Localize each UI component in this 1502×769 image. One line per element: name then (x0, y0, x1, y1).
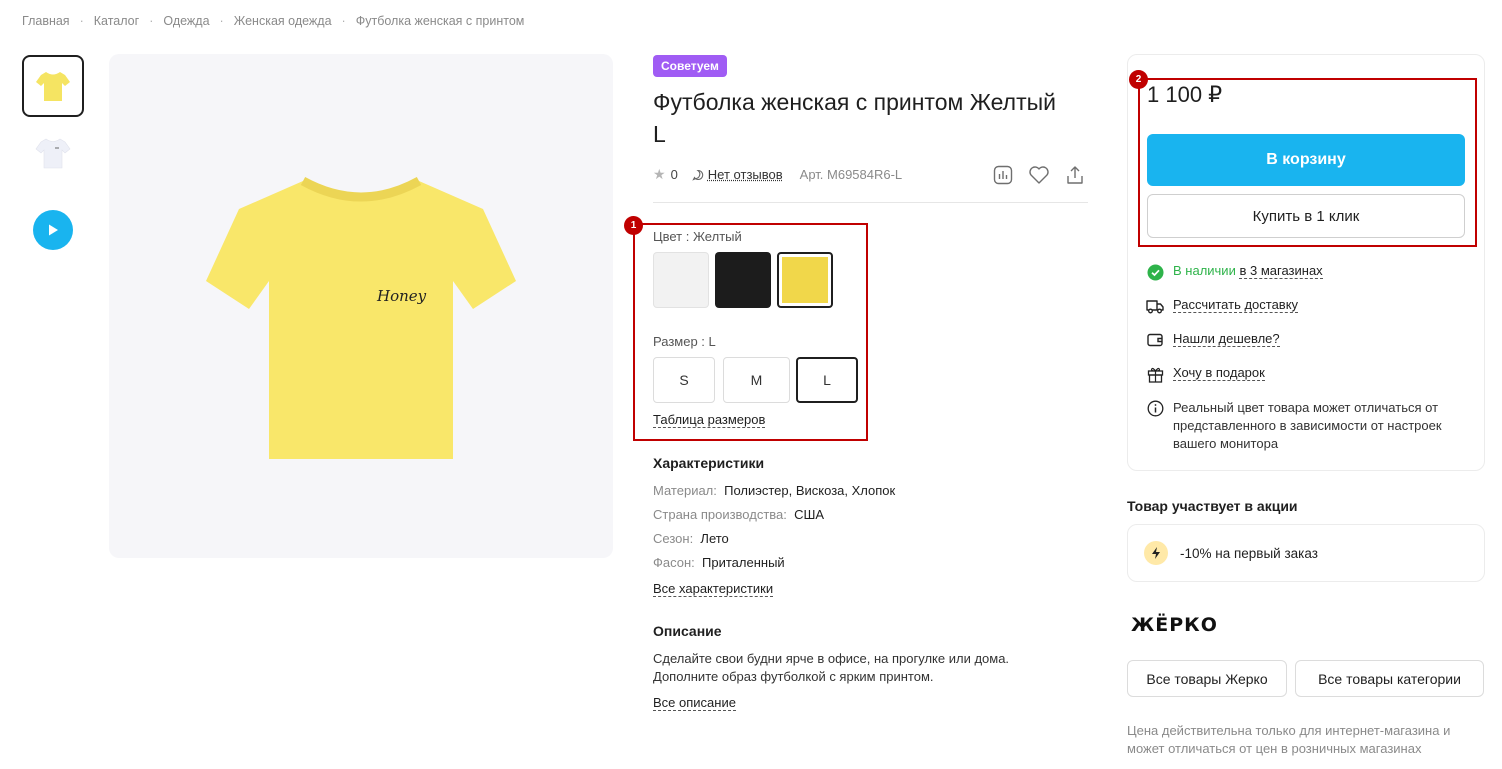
play-video-button[interactable] (33, 210, 73, 250)
char-key: Фасон (653, 555, 692, 570)
char-value: Полиэстер, Вискоза, Хлопок (724, 483, 896, 498)
divider (653, 202, 1088, 203)
info-icon (1146, 399, 1164, 417)
found-cheaper-link[interactable]: Нашли дешевле? (1173, 331, 1280, 347)
comment-icon (692, 169, 704, 181)
color-swatch-yellow[interactable] (777, 252, 833, 308)
highlight-number-1: 1 (624, 216, 643, 235)
breadcrumb-separator: · (341, 14, 346, 28)
lightning-icon (1144, 541, 1168, 565)
recommended-badge: Советуем (653, 55, 727, 77)
char-row-material: Материал: Полиэстер, Вискоза, Хлопок (653, 483, 896, 498)
breadcrumb-separator: · (219, 14, 224, 28)
gift-icon (1146, 365, 1164, 383)
all-characteristics-link[interactable]: Все характеристики (653, 581, 774, 597)
tshirt-thumbnail-image (35, 138, 71, 169)
star-icon: ★ (653, 166, 666, 182)
char-row-cut: Фасон: Приталенный (653, 555, 785, 570)
color-note-row: Реальный цвет товара может отличаться от… (1146, 399, 1466, 453)
size-button-m[interactable]: M (723, 357, 790, 403)
rating-value: 0 (670, 167, 678, 182)
truck-icon (1146, 297, 1164, 315)
delivery-row: Рассчитать доставку (1146, 297, 1299, 315)
description-title: Описание (653, 623, 722, 639)
add-to-cart-button[interactable]: В корзину (1147, 134, 1465, 186)
stock-row: В наличии в 3 магазинах (1146, 263, 1323, 281)
want-as-gift-link[interactable]: Хочу в подарок (1173, 365, 1265, 381)
size-button-l[interactable]: L (796, 357, 858, 403)
play-icon (49, 224, 58, 236)
stock-location-link[interactable]: в 3 магазинах (1239, 263, 1323, 279)
product-actions (992, 164, 1086, 186)
thumb-white-tshirt[interactable] (22, 122, 84, 184)
breadcrumb-home[interactable]: Главная (22, 14, 70, 28)
swatch-fill (782, 257, 828, 303)
breadcrumb-womens-clothing[interactable]: Женская одежда (234, 14, 332, 28)
wallet-icon (1146, 331, 1164, 349)
promo-offer: -10% на первый заказ (1180, 545, 1318, 561)
sku: Арт. M69584R6-L (799, 167, 903, 182)
color-swatch-black[interactable] (715, 252, 771, 308)
cheaper-row: Нашли дешевле? (1146, 331, 1280, 349)
breadcrumb-clothing[interactable]: Одежда (163, 14, 209, 28)
calculate-delivery-link[interactable]: Рассчитать доставку (1173, 297, 1299, 313)
tshirt-thumbnail-image (36, 72, 70, 101)
favorite-icon[interactable] (1028, 164, 1050, 186)
char-row-season: Сезон: Лето (653, 531, 729, 546)
char-key: Страна производства (653, 507, 784, 522)
main-product-image[interactable]: Honey (109, 54, 613, 558)
color-disclaimer: Реальный цвет товара может отличаться от… (1173, 400, 1442, 451)
product-title: Футболка женская с принтом Желтый L (653, 89, 1057, 147)
char-row-country: Страна производства: США (653, 507, 825, 522)
all-description-link[interactable]: Все описание (653, 695, 736, 711)
all-brand-products-button[interactable]: Все товары Жерко (1127, 660, 1287, 697)
breadcrumb-catalog[interactable]: Каталог (94, 14, 139, 28)
char-value: США (794, 507, 825, 522)
gift-row: Хочу в подарок (1146, 365, 1265, 383)
breadcrumb-current: Футболка женская с принтом (355, 14, 525, 28)
buy-one-click-button[interactable]: Купить в 1 клик (1147, 194, 1465, 238)
char-value: Приталенный (702, 555, 785, 570)
reviews-link[interactable]: Нет отзывов (708, 167, 783, 182)
brand-logo[interactable]: ЖЁРКО (1131, 614, 1218, 636)
breadcrumb-separator: · (79, 14, 84, 28)
description-text: Сделайте свои будни ярче в офисе, на про… (653, 651, 1010, 684)
tshirt-image: Honey (206, 177, 516, 459)
price: 1 100 ₽ (1147, 82, 1223, 107)
char-value: Лето (700, 531, 729, 546)
size-button-s[interactable]: S (653, 357, 715, 403)
stock-status: В наличии (1173, 263, 1236, 278)
product-meta: ★ 0 Нет отзывов Арт. M69584R6-L (653, 166, 902, 183)
share-icon[interactable] (1064, 164, 1086, 186)
color-label: Цвет : Желтый (653, 229, 742, 244)
char-key: Материал (653, 483, 714, 498)
compare-icon[interactable] (992, 164, 1014, 186)
breadcrumb: Главная · Каталог · Одежда · Женская оде… (22, 14, 524, 28)
color-swatch-white[interactable] (653, 252, 709, 308)
highlight-number-2: 2 (1129, 70, 1148, 89)
char-key: Сезон (653, 531, 690, 546)
price-disclaimer: Цена действительна только для интернет-м… (1127, 723, 1451, 756)
characteristics-title: Характеристики (653, 455, 765, 471)
check-circle-icon (1146, 263, 1164, 281)
print-text: Honey (376, 287, 427, 305)
promo-card[interactable]: -10% на первый заказ (1127, 524, 1485, 582)
size-table-link[interactable]: Таблица размеров (653, 412, 766, 428)
thumb-yellow-tshirt[interactable] (22, 55, 84, 117)
breadcrumb-separator: · (149, 14, 154, 28)
promo-title: Товар участвует в акции (1127, 498, 1298, 514)
size-label: Размер : L (653, 334, 716, 349)
all-category-products-button[interactable]: Все товары категории (1295, 660, 1484, 697)
